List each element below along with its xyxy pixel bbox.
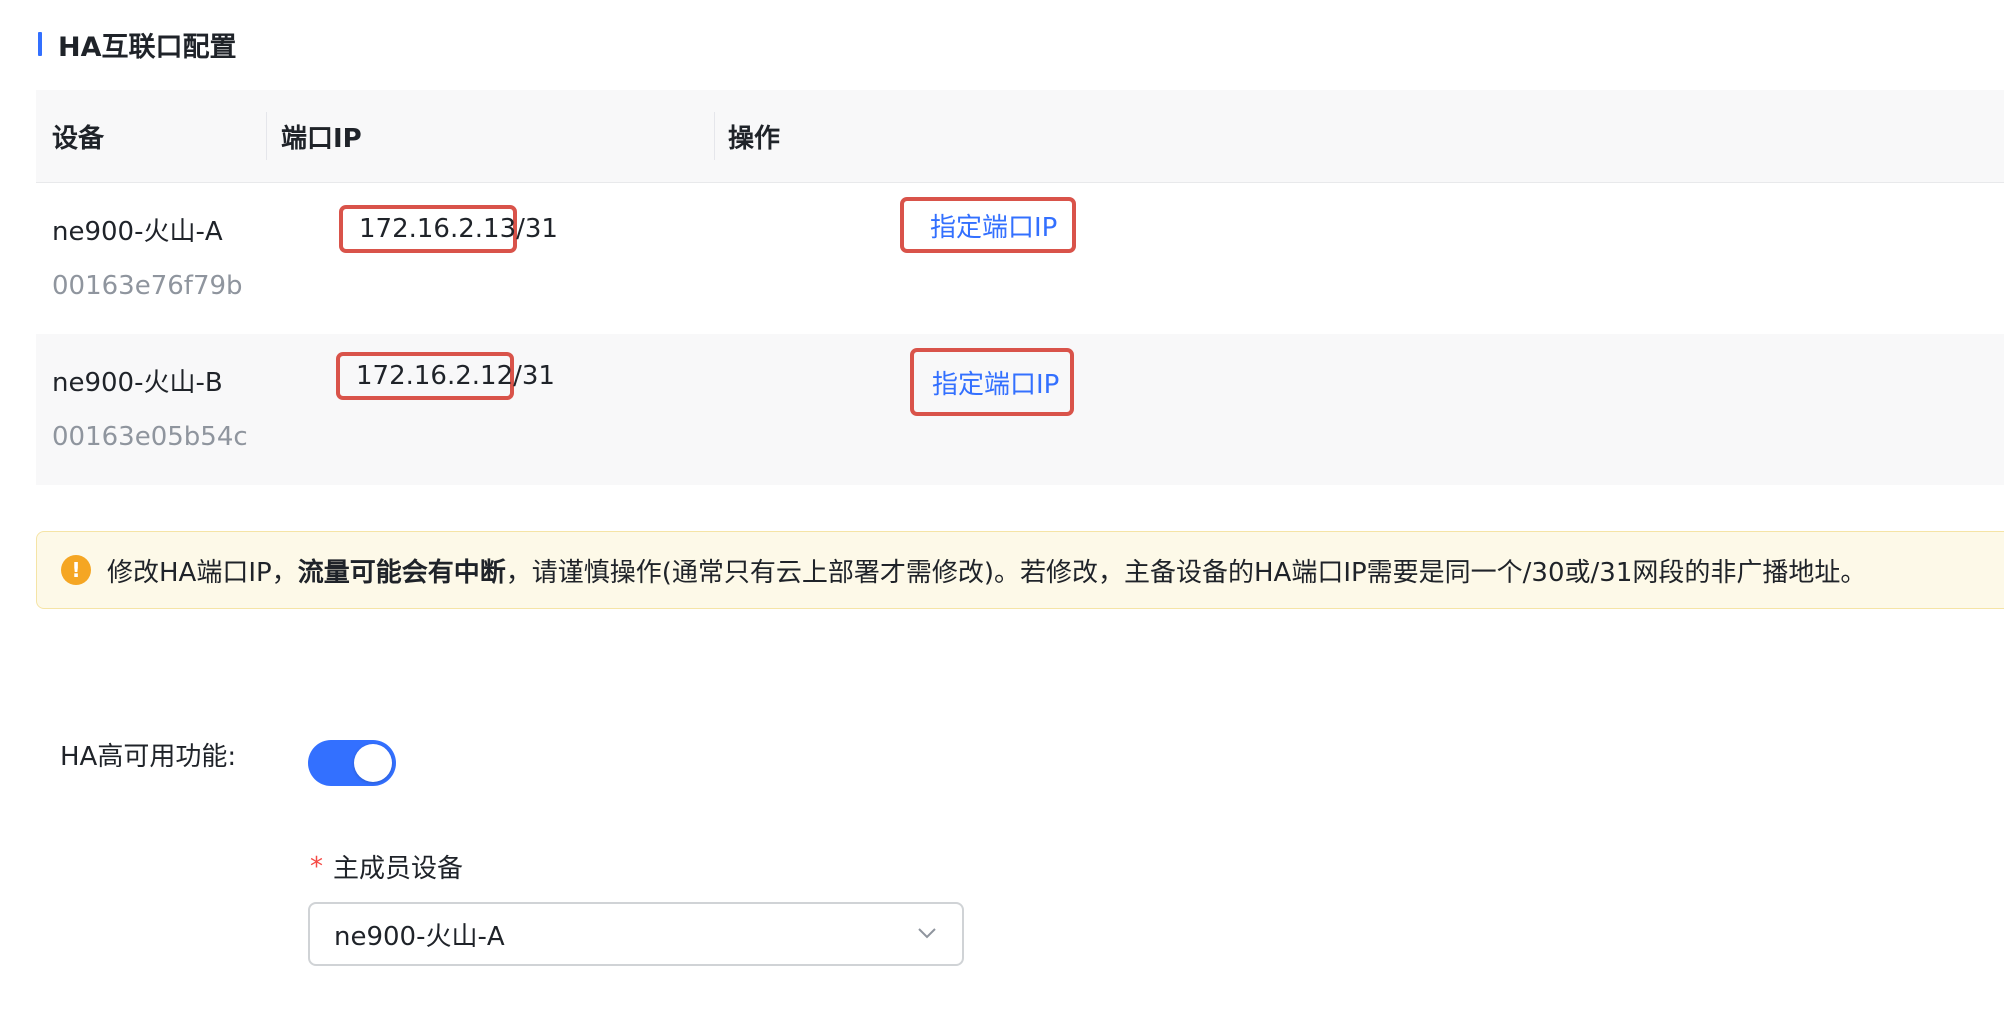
- table-row: ne900-火山-A 00163e76f79b 172.16.2.13/31 指…: [36, 183, 2004, 334]
- column-header-action: 操作: [728, 123, 781, 154]
- section-header: HA互联口配置: [38, 26, 237, 63]
- column-divider: [714, 112, 715, 160]
- column-header-port-ip: 端口IP: [281, 123, 362, 154]
- device-name: ne900-火山-A: [52, 217, 223, 247]
- switch-knob: [354, 744, 392, 782]
- table-row: ne900-火山-B 00163e05b54c 172.16.2.12/31 指…: [36, 334, 2004, 485]
- primary-device-selected-value: ne900-火山-A: [334, 921, 505, 952]
- warning-icon: !: [61, 555, 91, 585]
- device-mac: 00163e05b54c: [52, 422, 248, 452]
- primary-device-select[interactable]: ne900-火山-A: [308, 902, 964, 966]
- device-name: ne900-火山-B: [52, 368, 223, 398]
- section-title: HA互联口配置: [58, 31, 237, 63]
- ha-config-page: HA互联口配置 设备 端口IP 操作 ne900-火山-A 00163e76f7…: [0, 0, 2004, 1034]
- alert-text-after: ，请谨慎操作(通常只有云上部署才需修改)。若修改，主备设备的HA端口IP需要是同…: [505, 557, 1867, 588]
- device-mac: 00163e76f79b: [52, 271, 243, 301]
- assign-port-ip-link[interactable]: 指定端口IP: [900, 197, 1076, 253]
- chevron-down-icon: [918, 928, 936, 939]
- port-ip-value: 172.16.2.13/31: [339, 205, 558, 253]
- ha-function-label: HA高可用功能:: [60, 742, 237, 772]
- warning-alert: ! 修改HA端口IP，流量可能会有中断，请谨慎操作(通常只有云上部署才需修改)。…: [36, 531, 2004, 609]
- alert-message: 修改HA端口IP，流量可能会有中断，请谨慎操作(通常只有云上部署才需修改)。若修…: [107, 552, 1866, 589]
- column-divider: [266, 112, 267, 160]
- primary-device-label-text: 主成员设备: [333, 854, 464, 884]
- column-header-device: 设备: [52, 123, 105, 154]
- alert-text-bold: 流量可能会有中断: [297, 557, 506, 588]
- table-header: 设备 端口IP 操作: [36, 90, 2004, 183]
- section-accent-bar: [38, 32, 42, 56]
- assign-port-ip-link[interactable]: 指定端口IP: [910, 348, 1074, 416]
- required-mark: *: [310, 851, 323, 882]
- primary-device-label: * 主成员设备: [310, 848, 463, 885]
- ha-toggle-switch[interactable]: [308, 740, 396, 786]
- ha-port-table: 设备 端口IP 操作 ne900-火山-A 00163e76f79b 172.1…: [36, 90, 2004, 485]
- port-ip-value: 172.16.2.12/31: [336, 352, 555, 400]
- alert-text-before: 修改HA端口IP，: [107, 557, 298, 588]
